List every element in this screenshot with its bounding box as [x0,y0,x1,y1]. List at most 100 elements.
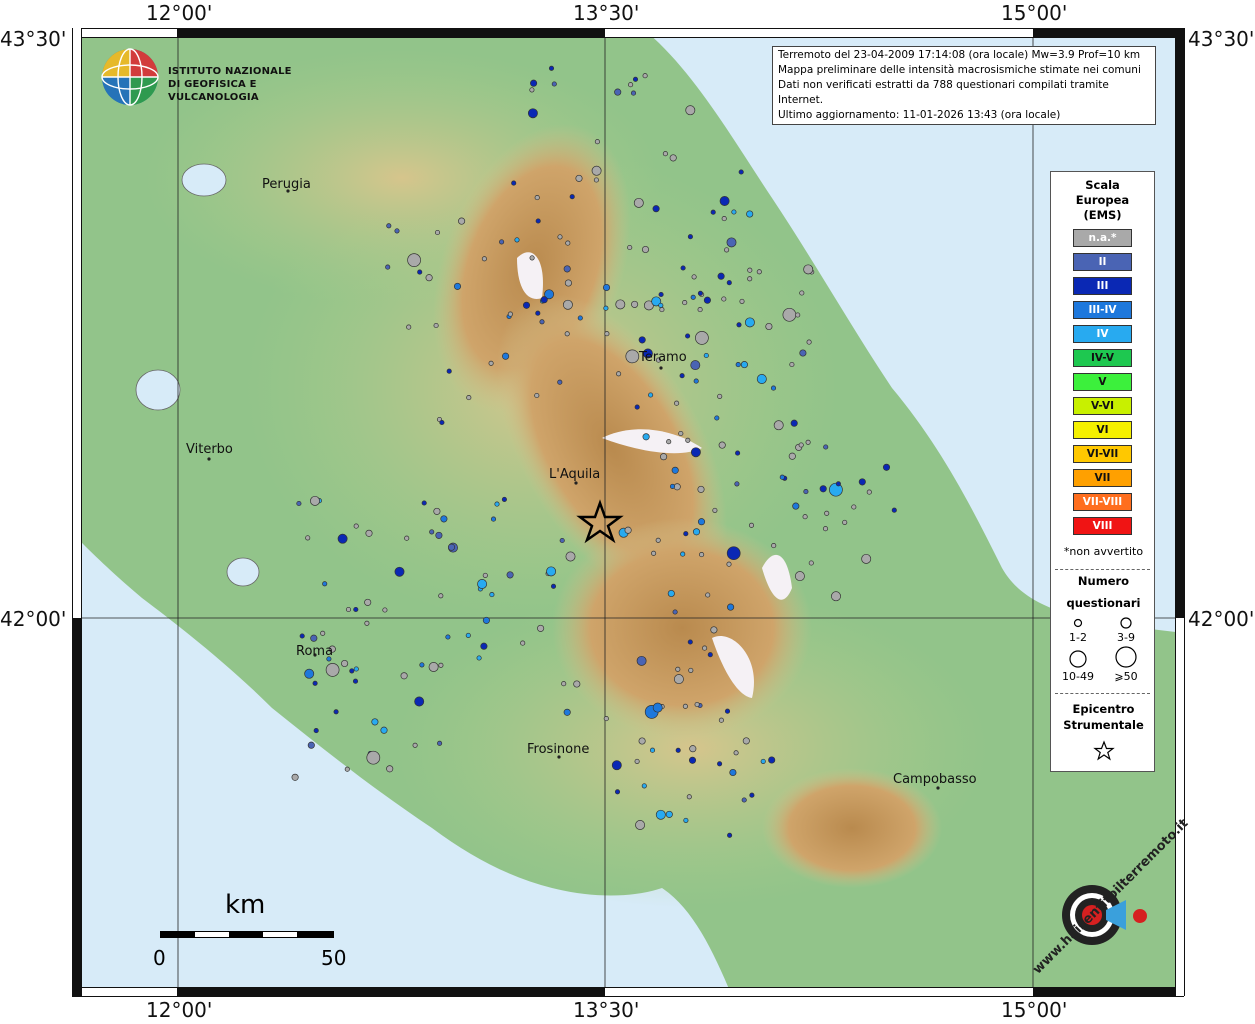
intensity-point[interactable] [611,760,622,771]
intensity-point[interactable] [688,667,694,673]
intensity-point[interactable] [575,174,583,182]
intensity-point[interactable] [482,572,488,578]
intensity-point[interactable] [477,579,488,589]
intensity-point[interactable] [790,419,798,427]
intensity-point[interactable] [717,393,723,399]
intensity-point[interactable] [565,551,576,562]
intensity-point[interactable] [641,783,647,789]
intensity-point[interactable] [489,592,495,598]
intensity-point[interactable] [690,360,701,371]
intensity-point[interactable] [614,789,621,795]
intensity-point[interactable] [662,151,668,157]
intensity-point[interactable] [546,566,557,577]
intensity-point[interactable] [806,339,812,345]
intensity-point[interactable] [482,616,490,624]
intensity-point[interactable] [434,229,441,236]
intensity-point[interactable] [502,352,510,360]
intensity-point[interactable] [382,607,388,613]
intensity-point[interactable] [685,437,691,443]
intensity-point[interactable] [891,507,897,513]
intensity-point[interactable] [673,674,684,685]
intensity-point[interactable] [717,761,723,767]
intensity-point[interactable] [697,518,706,526]
intensity-point[interactable] [675,747,681,753]
intensity-point[interactable] [386,765,394,773]
intensity-point[interactable] [682,300,688,306]
intensity-point[interactable] [651,550,657,556]
intensity-point[interactable] [726,546,741,561]
intensity-point[interactable] [724,247,730,253]
intensity-point[interactable] [325,663,340,677]
intensity-point[interactable] [683,531,689,537]
intensity-point[interactable] [551,81,557,87]
intensity-point[interactable] [638,737,646,745]
intensity-point[interactable] [659,307,665,313]
intensity-point[interactable] [748,522,755,528]
intensity-point[interactable] [602,283,611,292]
intensity-point[interactable] [765,322,773,331]
intensity-point[interactable] [675,666,681,672]
ingv-logo[interactable]: ISTITUTO NAZIONALE DI GEOFISICA E VULCAN… [100,47,320,109]
intensity-point[interactable] [798,442,804,448]
intensity-point[interactable] [697,290,703,296]
intensity-point[interactable] [693,378,699,384]
intensity-point[interactable] [823,444,829,450]
intensity-point[interactable] [749,792,755,798]
intensity-point[interactable] [739,298,745,304]
intensity-point[interactable] [394,566,405,577]
intensity-point[interactable] [760,758,766,764]
intensity-point[interactable] [819,485,827,493]
intensity-point[interactable] [682,703,688,709]
intensity-point[interactable] [534,195,540,201]
intensity-point[interactable] [481,256,487,262]
intensity-point[interactable] [695,331,709,345]
intensity-point[interactable] [655,809,666,820]
terrain-map[interactable] [72,28,1184,996]
intensity-point[interactable] [734,481,740,487]
intensity-point[interactable] [458,217,466,225]
intensity-point[interactable] [773,420,784,431]
intensity-point[interactable] [705,592,711,598]
intensity-point[interactable] [527,108,538,119]
intensity-point[interactable] [563,708,571,716]
intensity-point[interactable] [679,373,685,379]
intensity-point[interactable] [446,368,452,374]
intensity-point[interactable] [386,223,392,229]
intensity-point[interactable] [428,662,439,672]
intensity-point[interactable] [741,797,747,803]
intensity-point[interactable] [802,514,808,520]
intensity-point[interactable] [438,593,444,599]
intensity-point[interactable] [747,276,753,282]
intensity-point[interactable] [678,430,684,437]
intensity-point[interactable] [733,750,739,756]
intensity-point[interactable] [562,299,573,310]
intensity-point[interactable] [648,392,654,398]
intensity-point[interactable] [406,324,412,330]
intensity-point[interactable] [691,274,697,280]
intensity-point[interactable] [721,296,727,302]
intensity-point[interactable] [557,234,563,240]
intensity-point[interactable] [694,701,700,708]
intensity-point[interactable] [649,747,656,753]
intensity-point[interactable] [506,571,514,579]
intensity-point[interactable] [674,400,680,406]
intensity-point[interactable] [768,756,776,764]
intensity-point[interactable] [866,489,872,495]
intensity-point[interactable] [520,640,526,646]
intensity-point[interactable] [742,737,750,745]
intensity-point[interactable] [466,395,472,401]
intensity-point[interactable] [729,768,737,777]
intensity-point[interactable] [687,234,693,240]
intensity-point[interactable] [557,379,563,385]
intensity-point[interactable] [680,551,686,557]
intensity-point[interactable] [702,645,708,651]
intensity-point[interactable] [699,552,705,558]
intensity-point[interactable] [535,218,541,224]
intensity-point[interactable] [404,535,410,541]
intensity-point[interactable] [628,82,634,88]
intensity-point[interactable] [615,299,626,310]
intensity-point[interactable] [563,265,571,273]
intensity-point[interactable] [476,655,482,661]
intensity-point[interactable] [831,591,841,602]
intensity-point[interactable] [349,668,355,674]
